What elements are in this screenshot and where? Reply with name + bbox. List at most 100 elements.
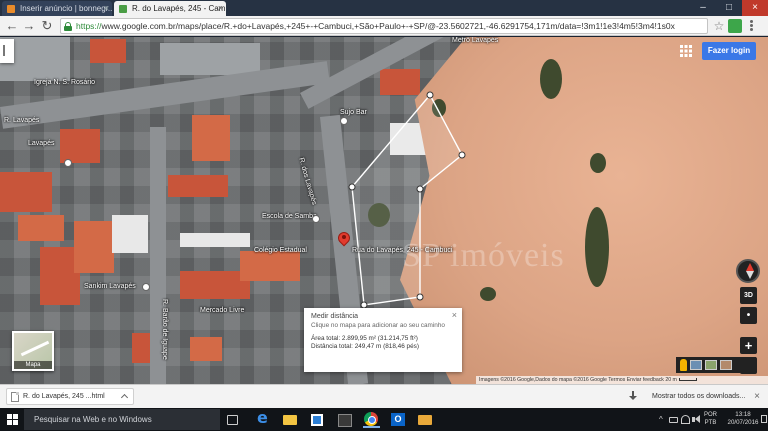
measure-title: Medir distância	[311, 313, 359, 320]
file-explorer-icon[interactable]	[282, 411, 299, 428]
map-label: Igreja N. S. Rosário	[34, 79, 96, 86]
forward-button[interactable]: →	[21, 18, 37, 34]
map-label: R. Barão de Iguape	[161, 299, 168, 360]
outlook-icon[interactable]	[390, 411, 407, 428]
store-icon[interactable]	[309, 411, 326, 428]
tab-inserir-anuncio[interactable]: Inserir anúncio | bonnegr... ×	[2, 1, 112, 16]
imagery-thumbnail[interactable]	[690, 360, 702, 370]
map-attribution: Imagens ©2016 Google,Dados do mapa ©2016…	[476, 376, 768, 384]
url-path: www.google.com.br/maps/place/R.+do+Lavap…	[101, 21, 675, 31]
clock-time: 13:18	[735, 411, 751, 418]
thumbnail-road	[20, 340, 50, 357]
imagery-thumbnail[interactable]	[720, 360, 732, 370]
imagery-thumbnail[interactable]	[705, 360, 717, 370]
reload-button[interactable]: ↻	[39, 18, 55, 34]
place-pin-icon[interactable]	[142, 283, 150, 291]
download-item[interactable]: R. do Lavapés, 245 ...html	[6, 388, 134, 405]
measure-vertex[interactable]	[416, 185, 424, 193]
map-type-thumbnail[interactable]: Mapa	[12, 331, 54, 371]
thumbnail-label: Mapa	[14, 361, 52, 369]
media-player-icon[interactable]	[336, 411, 353, 428]
measure-vertex[interactable]	[348, 183, 356, 191]
lock-icon	[64, 22, 72, 31]
location-marker-icon[interactable]	[338, 232, 350, 249]
keyboard-layout: PTB	[704, 420, 717, 426]
file-icon	[11, 392, 19, 402]
battery-icon[interactable]	[669, 417, 678, 423]
url-text[interactable]: https://www.google.com.br/maps/place/R.+…	[76, 20, 704, 33]
close-window-button[interactable]: ×	[742, 0, 768, 16]
attribution-text: Imagens ©2016 Google,Dados do mapa ©2016…	[479, 377, 677, 383]
edge-icon[interactable]	[255, 408, 272, 428]
map-label: Lavapés	[28, 140, 55, 147]
measure-vertex[interactable]	[426, 91, 434, 99]
minimize-button[interactable]: –	[690, 0, 716, 16]
measure-vertex[interactable]	[458, 151, 466, 159]
chrome-menu-icon[interactable]	[744, 19, 758, 33]
reset-north-button[interactable]: •	[740, 307, 757, 324]
network-icon[interactable]	[681, 415, 690, 424]
map-label: Metrô Lavapés	[452, 37, 499, 44]
map-viewport[interactable]: Metrô Lavapés Igreja N. S. Rosário R. La…	[0, 37, 768, 384]
close-shelf-button[interactable]: ×	[754, 385, 760, 408]
chevron-up-icon[interactable]	[120, 392, 129, 401]
map-label: R. Lavapés	[4, 117, 40, 124]
browser-tab-strip: Inserir anúncio | bonnegr... × R. do Lav…	[0, 0, 768, 16]
map-label: Sankim Lavapés	[84, 283, 136, 290]
measure-distance-card: × Medir distância Clique no mapa para ad…	[304, 308, 462, 372]
task-view-icon[interactable]	[227, 415, 238, 425]
scale-bar[interactable]	[678, 378, 697, 382]
download-shelf: R. do Lavapés, 245 ...html Mostrar todos…	[0, 384, 768, 408]
compass-icon[interactable]	[736, 259, 760, 283]
map-label: Sujo Bar	[340, 109, 367, 116]
download-file-name: R. do Lavapés, 245 ...html	[23, 393, 105, 400]
map-label: Colégio Estadual	[254, 247, 307, 254]
system-clock[interactable]: 13:18 20/07/2016	[726, 411, 760, 427]
folder-icon[interactable]	[417, 411, 434, 428]
window-controls: – □ ×	[690, 0, 768, 16]
url-scheme: https://	[76, 21, 102, 31]
browser-toolbar: ← → ↻ https://www.google.com.br/maps/pla…	[0, 16, 768, 36]
tab-google-maps[interactable]: R. do Lavapés, 245 - Cam... ×	[114, 1, 226, 16]
place-pin-icon[interactable]	[64, 159, 72, 167]
address-bar[interactable]: https://www.google.com.br/maps/place/R.+…	[60, 18, 708, 34]
taskbar-search-text: Pesquisar na Web e no Windows	[34, 415, 152, 424]
show-all-downloads-link[interactable]: Mostrar todos os downloads...	[640, 385, 745, 408]
tab-label: R. do Lavapés, 245 - Cam...	[132, 4, 226, 13]
login-button[interactable]: Fazer login	[702, 42, 756, 60]
place-pin-icon[interactable]	[340, 117, 348, 125]
zoom-in-button[interactable]: +	[740, 337, 757, 354]
tray-chevron-icon[interactable]: ^	[659, 408, 663, 431]
volume-icon[interactable]	[692, 415, 701, 424]
measure-distance-total: Distância total: 249,47 m (818,46 pés)	[311, 343, 419, 350]
maximize-button[interactable]: □	[716, 0, 742, 16]
map-label: Escola de Samba	[262, 213, 317, 220]
clock-date: 20/07/2016	[727, 419, 759, 426]
map-label: Mercado Livre	[200, 307, 245, 314]
collapsed-search-panel[interactable]	[0, 39, 14, 63]
chrome-icon[interactable]	[363, 411, 380, 428]
3d-toggle-button[interactable]: 3D	[740, 287, 757, 304]
measure-area-total: Área total: 2.899,95 m² (31.214,75 ft²)	[311, 335, 418, 342]
bookmark-star-icon[interactable]: ☆	[712, 19, 726, 33]
taskbar-search-box[interactable]: Pesquisar na Web e no Windows	[24, 409, 220, 430]
place-pin-icon[interactable]	[312, 215, 320, 223]
imagery-strip	[676, 357, 756, 373]
measure-hint: Clique no mapa para adicionar ao seu cam…	[311, 322, 445, 329]
tab-close-icon[interactable]: ×	[218, 1, 223, 16]
tab-label: Inserir anúncio | bonnegr...	[20, 4, 112, 13]
extension-icon[interactable]	[728, 19, 742, 33]
watermark: SP imóveis	[402, 237, 565, 274]
site-favicon-icon	[7, 5, 15, 13]
tab-close-icon[interactable]: ×	[104, 1, 109, 16]
google-apps-icon[interactable]	[680, 45, 692, 57]
maps-favicon-icon	[119, 5, 127, 13]
measure-vertex[interactable]	[416, 293, 424, 301]
pegman-icon[interactable]	[680, 359, 687, 371]
close-measure-button[interactable]: ×	[452, 311, 457, 320]
download-arrow-icon	[628, 391, 638, 402]
action-center-icon[interactable]	[761, 415, 767, 423]
windows-start-icon[interactable]	[7, 414, 18, 425]
input-language[interactable]: POR PTB	[704, 411, 717, 427]
back-button[interactable]: ←	[4, 18, 20, 34]
